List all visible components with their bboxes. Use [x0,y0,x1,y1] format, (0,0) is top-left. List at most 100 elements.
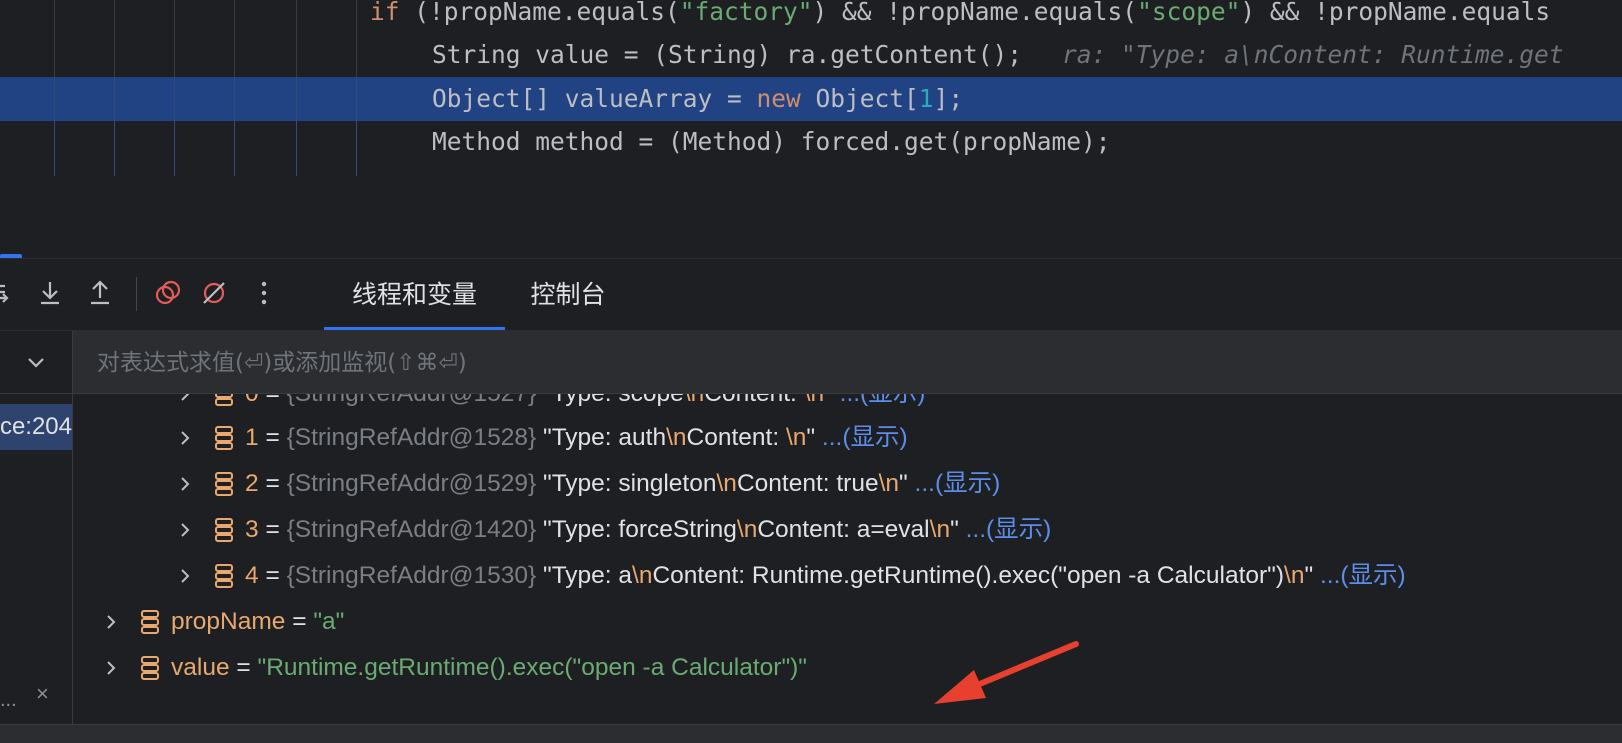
var-name: propName [171,608,286,635]
var-type: {StringRefAddr@1530} [286,562,537,589]
var-equals: = [285,608,314,635]
var-value: Content: a=eval [757,516,930,543]
code-text: String value = (String) ra.getContent(); [432,40,1023,69]
var-value: Content: [704,394,803,407]
var-name: 1 [245,424,259,451]
object-icon [215,426,233,450]
code-number: 1 [918,84,934,113]
red-arrow-annotation [934,641,1079,704]
tree-row[interactable]: 1 = {StringRefAddr@1528} "Type: auth\nCo… [73,414,1622,462]
var-value: "Type: auth [536,424,667,451]
chevron-right-icon[interactable] [175,394,195,404]
var-value: "Type: singleton [536,470,717,497]
code-keyword: new [756,84,801,113]
var-equals: = [258,562,287,589]
debug-toolbar: 线程和变量 控制台 [0,258,1622,331]
mute-breakpoints-icon[interactable] [196,275,232,311]
tree-row[interactable]: 2 = {StringRefAddr@1529} "Type: singleto… [73,460,1622,508]
chevron-right-icon[interactable] [175,520,195,540]
object-icon [215,518,233,542]
tree-row[interactable]: propName = "a" [73,598,1622,646]
var-equals: = [258,470,287,497]
var-escape: \n [716,470,737,497]
var-value: "Type: forceString [536,516,737,543]
var-name: 3 [245,516,259,543]
var-name: 2 [245,470,259,497]
var-value: "Runtime.getRuntime().exec("open -a Calc… [257,654,808,681]
panel-splitter[interactable] [0,176,1622,256]
var-value: " [1304,562,1314,589]
variables-tree: 0 = {StringRefAddr@1527} "Type: scope\nC… [73,394,1622,724]
stack-frame-label: ce:204 [0,413,72,440]
var-value: Content: true [736,470,879,497]
evaluate-bar [73,331,1622,394]
more-options-icon[interactable] [246,275,282,311]
frames-more: ... [0,689,17,711]
frames-panel: ce:204 ... × [0,331,73,742]
execution-point-line[interactable]: Object[] valueArray = new Object[1]; [0,77,1622,176]
code-text: Method method = (Method) forced.get(prop… [432,127,1111,156]
tab-threads-variables[interactable]: 线程和变量 [324,259,505,331]
close-icon[interactable]: × [36,681,49,707]
show-full-value-link[interactable]: ...(显示) [908,470,1001,497]
step-into-icon[interactable] [32,275,68,311]
chevron-right-icon[interactable] [175,474,195,494]
var-value: "Type: a [536,562,633,589]
object-icon [215,564,233,588]
var-escape: \n [666,424,687,451]
var-escape: \n [632,562,653,589]
show-full-value-link[interactable]: ...(显示) [1313,562,1406,589]
toolbar-divider [136,277,137,311]
var-value: Content: [686,424,786,451]
var-escape: \n [785,424,807,451]
code-keyword: if [370,0,400,26]
code-line[interactable]: String value = (String) ra.getContent();… [0,33,1622,77]
code-editor[interactable]: if (!propName.equals("factory") && !prop… [0,0,1622,176]
var-name: value [171,654,230,681]
show-full-value-link[interactable]: ...(显示) [815,424,908,451]
var-equals: = [259,394,287,407]
var-equals: = [229,654,258,681]
var-type: {StringRefAddr@1420} [286,516,537,543]
tree-row[interactable]: 4 = {StringRefAddr@1530} "Type: a\nConte… [73,552,1622,600]
show-full-value-link[interactable]: ...(显示) [959,516,1052,543]
code-text: Object[ [800,84,919,113]
status-bar [0,724,1622,743]
code-line[interactable]: if (!propName.equals("factory") && !prop… [0,0,1622,34]
chevron-right-icon[interactable] [101,612,121,632]
var-name: 0 [245,394,259,407]
tree-row[interactable]: value = "Runtime.getRuntime().exec("open… [73,644,1622,692]
code-text: ) && !propName.equals [1240,0,1551,26]
var-escape: \n [878,470,900,497]
step-over-icon[interactable] [0,275,22,311]
inline-debug-hint: ra: "Type: a\nContent: Runtime.get [1062,40,1564,69]
chevron-right-icon[interactable] [175,428,195,448]
var-value: " [950,516,959,543]
code-text: Object[] valueArray = [432,84,757,113]
var-type: {StringRefAddr@1527} [287,394,537,407]
object-icon [215,472,233,496]
chevron-right-icon[interactable] [101,658,121,678]
step-out-icon[interactable] [82,275,118,311]
var-escape: \n [929,516,951,543]
var-value: " [899,470,908,497]
var-type: {StringRefAddr@1528} [286,424,537,451]
code-string: "factory" [679,0,813,26]
object-icon [141,610,159,634]
object-icon [141,656,159,680]
var-value: Content: Runtime.getRuntime().exec("open… [652,562,1285,589]
show-full-value-link[interactable]: ...(显示) [833,394,926,407]
thread-selector[interactable] [0,331,72,394]
view-breakpoints-icon[interactable] [150,275,186,311]
var-value: "a" [313,608,345,635]
stack-frame-item[interactable]: ce:204 [0,404,72,450]
code-line[interactable]: Method method = (Method) forced.get(prop… [0,120,1622,164]
evaluate-expression-input[interactable] [95,341,1599,385]
var-value: " [806,424,816,451]
var-equals: = [258,516,287,543]
var-name: 4 [245,562,259,589]
chevron-right-icon[interactable] [175,566,195,586]
var-escape: \n [736,516,758,543]
tab-console[interactable]: 控制台 [522,259,614,331]
tree-row[interactable]: 3 = {StringRefAddr@1420} "Type: forceStr… [73,506,1622,554]
